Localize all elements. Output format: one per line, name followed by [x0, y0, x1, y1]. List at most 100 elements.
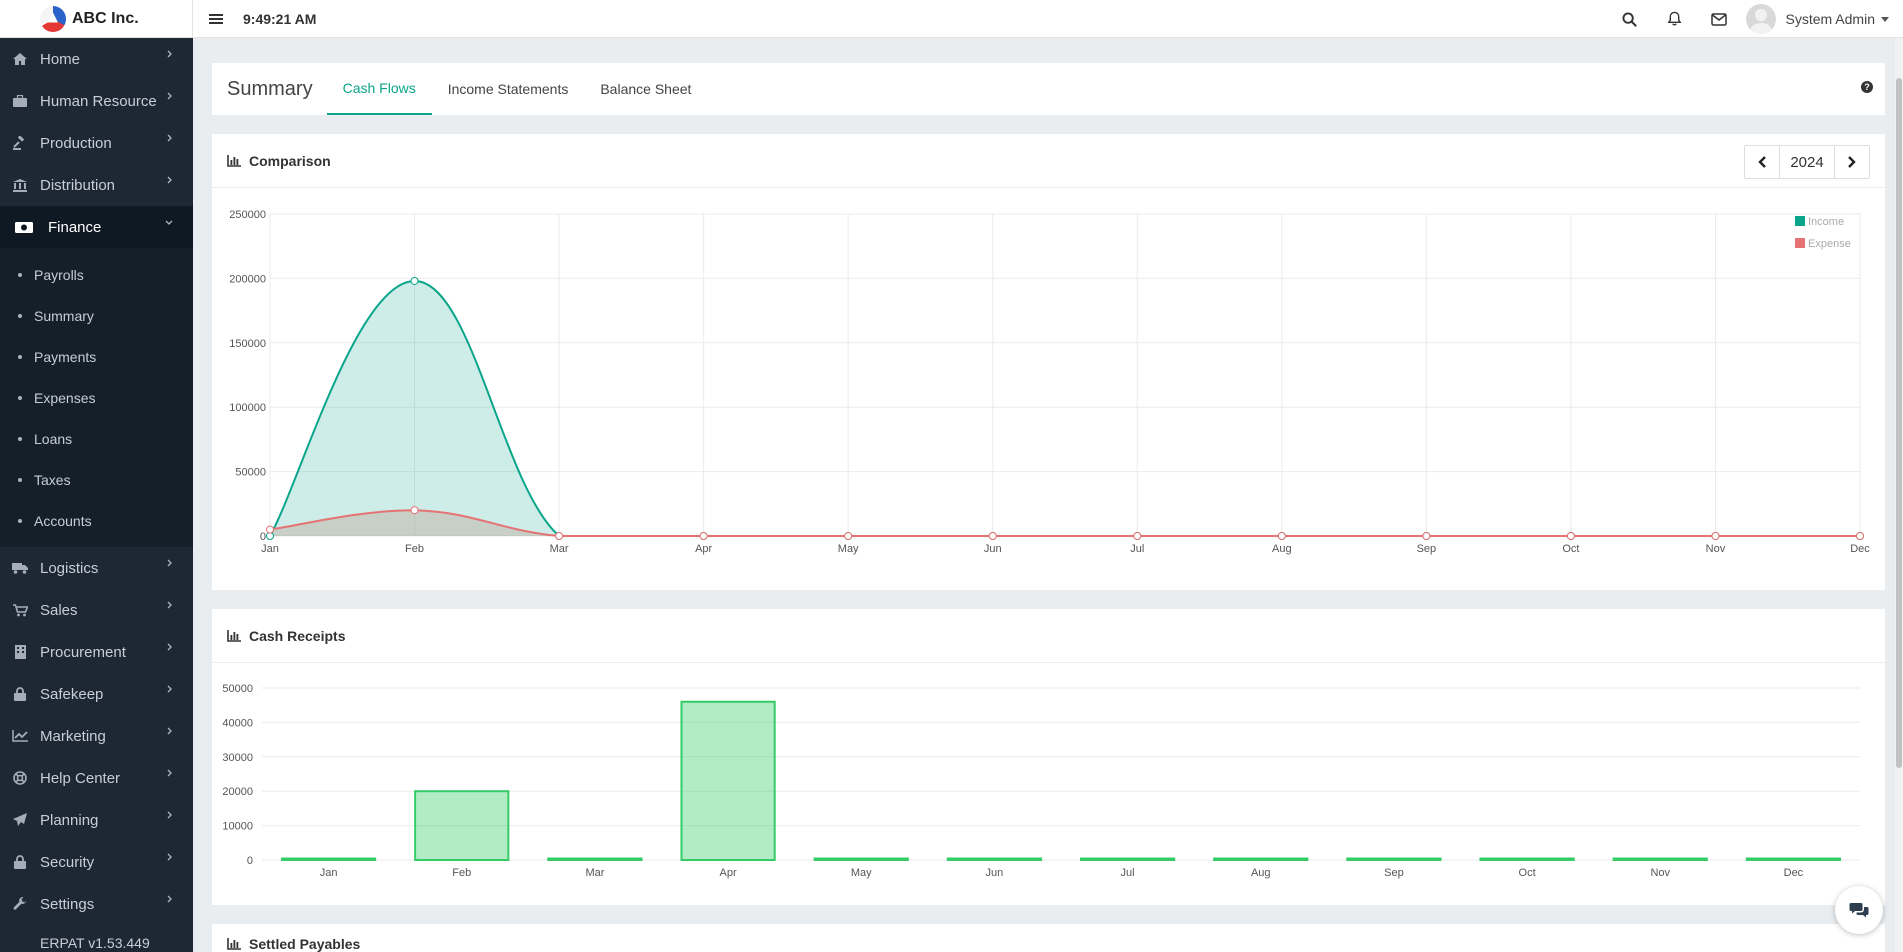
sidebar-item-settings[interactable]: Settings [0, 883, 193, 925]
lock-icon [12, 687, 28, 701]
submenu-item-label: Payrolls [34, 266, 84, 283]
y-tick-label: 50000 [235, 467, 266, 479]
wrench-icon [12, 897, 28, 911]
bullet-icon [18, 518, 22, 523]
data-point-expense [844, 532, 853, 540]
data-point-expense [988, 532, 997, 540]
chevron-right-icon [167, 50, 173, 61]
sidebar-item-help-center[interactable]: Help Center [0, 757, 193, 799]
submenu-item-expenses[interactable]: Expenses [0, 377, 193, 418]
data-point-expense [1566, 532, 1575, 540]
chevron-right-icon [167, 176, 173, 187]
year-navigator: 2024 [1744, 145, 1870, 179]
submenu-item-payrolls[interactable]: Payrolls [0, 254, 193, 295]
bank-icon [12, 178, 28, 192]
help-icon[interactable]: ? [1861, 81, 1873, 93]
bullet-icon [18, 354, 22, 359]
bullet-icon [18, 436, 22, 441]
x-tick-label: Oct [1519, 867, 1536, 879]
submenu-item-payments[interactable]: Payments [0, 336, 193, 377]
y-tick-label: 30000 [222, 752, 253, 764]
data-point-expense [266, 525, 274, 534]
submenu-item-taxes[interactable]: Taxes [0, 459, 193, 500]
scrollbar[interactable] [1895, 38, 1903, 952]
comparison-chart: 0 50000 100000 150000 200000 250000 Jan Feb Mar A… [229, 209, 1870, 555]
gavel-icon [12, 136, 28, 150]
bar-sep [1346, 857, 1442, 861]
tab-income-statements[interactable]: Income Statements [432, 63, 585, 115]
x-tick-label: Sep [1417, 543, 1437, 555]
sidebar-item-label: Safekeep [40, 685, 104, 703]
comparison-title: Comparison [249, 152, 331, 169]
x-tick-label: Jun [986, 867, 1004, 879]
home-icon [12, 52, 28, 66]
submenu-item-label: Accounts [34, 512, 92, 529]
mail-icon[interactable] [1697, 0, 1742, 38]
tab-cash-flows[interactable]: Cash Flows [326, 63, 432, 115]
legend-label-expense: Expense [1808, 238, 1851, 250]
chevron-right-icon [167, 92, 173, 103]
submenu-item-accounts[interactable]: Accounts [0, 500, 193, 541]
x-tick-label: Apr [695, 543, 712, 555]
building-icon [12, 645, 28, 659]
cash-receipts-chart: 0 10000 20000 30000 40000 50000 Jan Feb Mar Apr Ma… [222, 683, 1860, 879]
truck-icon [12, 561, 28, 575]
sidebar-item-label: Human Resource [40, 92, 157, 110]
sidebar-item-label: Procurement [40, 643, 126, 661]
padlock-icon [12, 855, 28, 869]
sidebar-item-production[interactable]: Production [0, 122, 193, 164]
y-tick-label: 150000 [229, 338, 266, 350]
sidebar-item-label: Marketing [40, 727, 106, 745]
chevron-right-icon[interactable] [1835, 146, 1869, 178]
user-menu[interactable]: System Admin [1745, 4, 1889, 34]
submenu-item-summary[interactable]: Summary [0, 295, 193, 336]
x-tick-label: May [838, 543, 859, 555]
sidebar-item-finance[interactable]: Finance [0, 206, 193, 248]
chevron-right-icon [167, 559, 173, 570]
search-icon[interactable] [1607, 0, 1652, 38]
x-tick-label: Jun [984, 543, 1002, 555]
bar-jan [280, 857, 377, 861]
sidebar-item-procurement[interactable]: Procurement [0, 631, 193, 673]
sidebar-item-logistics[interactable]: Logistics [0, 547, 193, 589]
sidebar-item-home[interactable]: Home [0, 38, 193, 80]
brand[interactable]: ABC Inc. [0, 0, 193, 38]
sidebar-item-label: Distribution [40, 176, 116, 194]
submenu-item-label: Expenses [34, 389, 96, 406]
x-tick-label: Dec [1850, 543, 1870, 555]
chart-line-icon [12, 729, 28, 743]
tab-balance-sheet[interactable]: Balance Sheet [584, 63, 707, 115]
app-version: ERPAT v1.53.449 [40, 935, 150, 951]
caret-down-icon [1881, 16, 1889, 22]
chevron-right-icon [167, 895, 173, 906]
chevron-right-icon [167, 685, 173, 696]
bullet-icon [18, 395, 22, 400]
sidebar-item-security[interactable]: Security [0, 841, 193, 883]
scrollbar-thumb[interactable] [1896, 78, 1902, 768]
brand-name: ABC Inc. [72, 9, 139, 27]
sidebar-item-marketing[interactable]: Marketing [0, 715, 193, 757]
sidebar-item-planning[interactable]: Planning [0, 799, 193, 841]
bell-icon[interactable] [1652, 0, 1697, 38]
legend-swatch-income [1795, 216, 1805, 226]
sidebar-item-human-resource[interactable]: Human Resource [0, 80, 193, 122]
data-point-expense [410, 506, 419, 515]
x-tick-label: Feb [452, 867, 471, 879]
clock: 9:49:21 AM [243, 10, 317, 27]
bar-mar [547, 857, 643, 861]
x-tick-label: Sep [1384, 867, 1404, 879]
sidebar-item-safekeep[interactable]: Safekeep [0, 673, 193, 715]
data-point-expense [1277, 532, 1286, 540]
x-tick-label: May [851, 867, 872, 879]
x-tick-label: Aug [1251, 867, 1271, 879]
y-tick-label: 250000 [229, 209, 266, 221]
chevron-left-icon[interactable] [1745, 146, 1779, 178]
menu-toggle-icon[interactable] [209, 13, 223, 24]
sidebar-item-sales[interactable]: Sales [0, 589, 193, 631]
submenu-item-loans[interactable]: Loans [0, 418, 193, 459]
sidebar-item-label: Help Center [40, 769, 121, 787]
sidebar-item-distribution[interactable]: Distribution [0, 164, 193, 206]
chevron-right-icon [167, 853, 173, 864]
sidebar-item-label: Sales [40, 601, 78, 619]
chat-icon[interactable] [1835, 886, 1883, 934]
